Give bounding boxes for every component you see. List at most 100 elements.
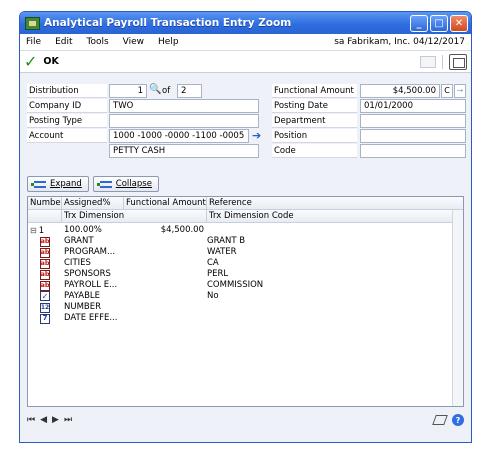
grid-rows: ⊟ 1 100.00% $4,500.00 ab GRANT GRANT B ab PRO…	[28, 223, 463, 324]
collapse-icon	[96, 180, 112, 188]
dimension-type-cell: ab	[28, 247, 64, 258]
main-number-cell: ⊟ 1	[28, 225, 64, 236]
trx-dimension-code-cell: PERL	[207, 269, 229, 279]
trx-dimension-cell: NUMBER	[64, 302, 102, 312]
last-record-icon[interactable]: ⏭	[64, 415, 72, 425]
main-amount-cell: $4,500.00	[160, 225, 204, 235]
dimension-row[interactable]: ab CITIES CA	[28, 258, 463, 269]
dimension-row[interactable]: ab PAYROLL E... COMMISSION	[28, 280, 463, 291]
grid-vertical-scrollbar[interactable]	[452, 210, 463, 406]
help-icon[interactable]: ?	[452, 414, 464, 426]
alphanumeric-icon: ab	[40, 269, 50, 280]
trx-dimension-code-cell: No	[207, 291, 219, 301]
numeric-icon: 12	[40, 302, 50, 313]
trx-dimension-cell: PROGRAM...	[64, 247, 116, 257]
trx-dimension-code-cell	[207, 302, 463, 313]
position-label: Position	[272, 129, 357, 143]
trx-dimension-code-cell: COMMISSION	[207, 280, 264, 290]
dimension-row[interactable]: ✓ PAYABLE No	[28, 291, 463, 302]
posting-date-label: Posting Date	[272, 99, 357, 113]
currency-expansion-icon[interactable]: →	[454, 84, 466, 98]
record-navigation: ⏮ ◀ ▶ ⏭	[27, 415, 72, 425]
dimension-rows: ab GRANT GRANT B ab PROGRAM... WATER ab CITIES C…	[28, 236, 463, 324]
header-trx-dimension: Trx Dimension	[62, 210, 207, 222]
trx-dimension-code-cell: CA	[207, 258, 219, 268]
account-description-field: PETTY CASH	[109, 144, 259, 158]
lookup-icon[interactable]: 🔍	[149, 84, 161, 95]
dimension-row[interactable]: ab PROGRAM... WATER	[28, 247, 463, 258]
posting-type-label: Posting Type	[27, 114, 107, 128]
functional-amount-field: $4,500.00	[360, 84, 440, 98]
header-number: Number	[30, 197, 62, 209]
dimension-type-cell: ab	[28, 258, 64, 269]
trx-dimension-code-cell: WATER	[207, 247, 237, 257]
position-field	[360, 129, 466, 143]
dimension-type-cell: 12	[28, 302, 64, 313]
collapse-button[interactable]: Collapse	[92, 176, 159, 192]
posting-type-field	[109, 114, 259, 128]
dimension-type-cell: ab	[28, 236, 64, 247]
dimension-type-cell: ✓	[28, 291, 64, 302]
header-fields: Distribution 1 🔍 of 2 Company ID TWO Pos…	[27, 82, 466, 172]
account-field: 1000 -1000 -0000 -1100 -0005	[109, 129, 249, 143]
trx-dimension-cell: DATE EFFE...	[64, 313, 118, 323]
note-icon[interactable]	[432, 415, 448, 425]
header-reference: Reference	[209, 198, 252, 208]
distribution-label: Distribution	[27, 84, 107, 98]
header-functional-amount: Functional Amount	[126, 197, 207, 209]
alphanumeric-icon: ab	[40, 247, 50, 258]
header-spacer	[28, 210, 62, 222]
trx-dimension-cell: PAYROLL E...	[64, 280, 118, 290]
dimension-type-cell: 7	[28, 313, 64, 324]
alphanumeric-icon: ab	[40, 280, 50, 291]
previous-record-icon[interactable]: ◀	[40, 415, 47, 425]
trx-dimension-code-cell	[207, 313, 463, 324]
trx-dimension-cell: SPONSORS	[64, 269, 111, 279]
expand-label: Expand	[50, 179, 82, 189]
alphanumeric-icon: ab	[40, 236, 50, 247]
distribution-total-field: 2	[177, 84, 202, 98]
expand-collapse-row: Expand Collapse	[27, 176, 159, 192]
header-trx-dimension-code: Trx Dimension Code	[209, 211, 294, 221]
grid-header-row-1: Number Assigned% Functional Amount Refer…	[28, 197, 463, 210]
distribution-of-label: of	[162, 86, 171, 96]
distribution-field[interactable]: 1	[109, 84, 147, 98]
trx-dimension-cell: PAYABLE	[64, 291, 101, 301]
dimension-row[interactable]: ab GRANT GRANT B	[28, 236, 463, 247]
expand-icon	[31, 180, 46, 188]
tree-collapse-icon[interactable]: ⊟	[30, 226, 37, 235]
trx-dimension-cell: GRANT	[64, 236, 94, 246]
alphanumeric-icon: ab	[40, 258, 50, 269]
code-label: Code	[272, 144, 357, 158]
first-record-icon[interactable]: ⏮	[27, 415, 35, 425]
collapse-label: Collapse	[115, 179, 152, 189]
functional-amount-label: Functional Amount	[272, 84, 357, 98]
dimension-type-cell: ab	[28, 280, 64, 291]
date-icon: 7	[40, 313, 50, 324]
main-number: 1	[38, 226, 45, 236]
department-field	[360, 114, 466, 128]
currency-flag: C	[441, 84, 453, 98]
grid-header-row-2: Trx Dimension Trx Dimension Code	[28, 210, 463, 223]
posting-date-field: 01/01/2000	[360, 99, 466, 113]
header-assigned: Assigned%	[62, 197, 124, 209]
account-expansion-icon[interactable]: ➔	[252, 129, 261, 142]
grid-row-main[interactable]: ⊟ 1 100.00% $4,500.00	[28, 225, 463, 236]
expand-button[interactable]: Expand	[27, 176, 89, 192]
code-field	[360, 144, 466, 158]
status-bar: ⏮ ◀ ▶ ⏭ ?	[27, 411, 464, 429]
distribution-grid[interactable]: Number Assigned% Functional Amount Refer…	[27, 196, 464, 407]
dimension-row[interactable]: ab SPONSORS PERL	[28, 269, 463, 280]
company-id-label: Company ID	[27, 99, 107, 113]
next-record-icon[interactable]: ▶	[52, 415, 59, 425]
trx-dimension-cell: CITIES	[64, 258, 91, 268]
account-label: Account	[27, 129, 107, 143]
dimension-type-cell: ab	[28, 269, 64, 280]
main-assigned-cell: 100.00%	[64, 225, 102, 235]
dimension-row[interactable]: 12 NUMBER	[28, 302, 463, 313]
company-id-field: TWO	[109, 99, 259, 113]
yes-no-icon: ✓	[40, 291, 50, 301]
dimension-row[interactable]: 7 DATE EFFE...	[28, 313, 463, 324]
trx-dimension-code-cell: GRANT B	[207, 236, 246, 246]
department-label: Department	[272, 114, 357, 128]
